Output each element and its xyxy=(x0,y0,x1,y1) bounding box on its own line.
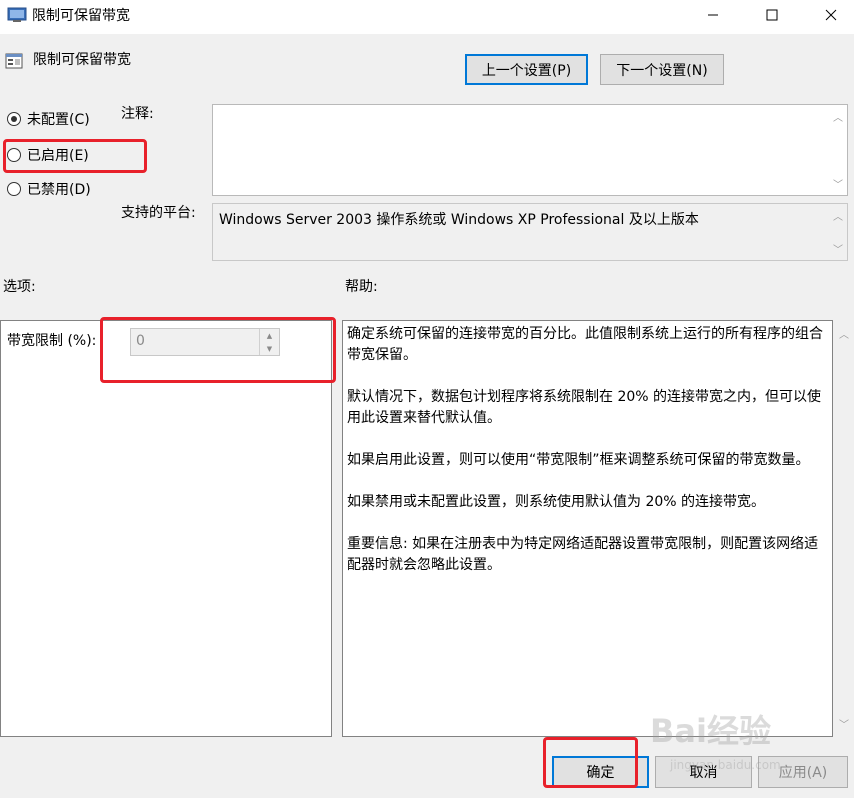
help-text: 确定系统可保留的连接带宽的百分比。此值限制系统上运行的所有程序的组合带宽保留。 … xyxy=(347,324,831,597)
annotation-ok-highlight xyxy=(543,737,638,788)
scroll-up-icon: ︿ xyxy=(833,113,843,124)
platform-scrollbar[interactable]: ︿ ﹀ xyxy=(830,204,847,260)
radio-disabled-label: 已禁用(D) xyxy=(27,182,91,198)
close-button[interactable] xyxy=(808,0,854,34)
scroll-up-icon: ︿ xyxy=(833,212,843,223)
help-paragraph: 重要信息: 如果在注册表中为特定网络适配器设置带宽限制，则配置该网络适配器时就会… xyxy=(347,536,819,573)
maximize-icon xyxy=(766,9,778,25)
radio-disabled[interactable]: 已禁用(D) xyxy=(7,179,91,199)
options-header: 选项: xyxy=(3,279,36,295)
annotation-bandwidth-highlight xyxy=(100,317,336,383)
radio-not-configured-label: 未配置(C) xyxy=(27,112,90,128)
comment-label: 注释: xyxy=(121,106,154,122)
minimize-button[interactable] xyxy=(690,0,736,34)
platform-value: Windows Server 2003 操作系统或 Windows XP Pro… xyxy=(219,212,699,228)
help-paragraph: 如果启用此设置，则可以使用“带宽限制”框来调整系统可保留的带宽数量。 xyxy=(347,452,810,468)
maximize-button[interactable] xyxy=(749,0,795,34)
previous-setting-button[interactable]: 上一个设置(P) xyxy=(465,54,588,85)
bandwidth-limit-label: 带宽限制 (%): xyxy=(7,333,97,349)
apply-button[interactable]: 应用(A) xyxy=(758,756,848,788)
help-header: 帮助: xyxy=(345,279,378,295)
help-paragraph: 如果禁用或未配置此设置，则系统使用默认值为 20% 的连接带宽。 xyxy=(347,494,766,510)
scroll-down-icon: ﹀ xyxy=(833,245,843,256)
radio-not-configured[interactable]: 未配置(C) xyxy=(7,109,90,129)
radio-selected-dot xyxy=(11,116,17,122)
comment-scrollbar[interactable]: ︿ ﹀ xyxy=(830,105,847,195)
help-panel: 确定系统可保留的连接带宽的百分比。此值限制系统上运行的所有程序的组合带宽保留。 … xyxy=(342,320,833,737)
help-paragraph: 确定系统可保留的连接带宽的百分比。此值限制系统上运行的所有程序的组合带宽保留。 xyxy=(347,326,823,363)
platform-label: 支持的平台: xyxy=(121,205,196,221)
close-icon xyxy=(825,9,837,25)
help-paragraph: 默认情况下，数据包计划程序将系统限制在 20% 的连接带宽之内，但可以使用此设置… xyxy=(347,389,822,426)
radio-circle xyxy=(7,182,21,196)
policy-setting-icon xyxy=(5,52,23,70)
annotation-enabled-highlight xyxy=(3,139,147,173)
scroll-down-icon: ﹀ xyxy=(833,180,843,191)
cancel-button[interactable]: 取消 xyxy=(655,756,752,788)
comment-field[interactable]: ︿ ﹀ xyxy=(212,104,848,196)
policy-app-icon xyxy=(7,7,27,23)
radio-circle xyxy=(7,112,21,126)
help-scrollbar[interactable]: ︿ ﹀ xyxy=(836,320,853,737)
next-setting-button[interactable]: 下一个设置(N) xyxy=(600,54,724,85)
platform-field: Windows Server 2003 操作系统或 Windows XP Pro… xyxy=(212,203,848,261)
setting-title: 限制可保留带宽 xyxy=(33,52,131,68)
scroll-down-icon: ﹀ xyxy=(839,720,849,731)
title-bar: 限制可保留带宽 xyxy=(0,0,854,34)
minimize-icon xyxy=(707,9,719,25)
scroll-up-icon: ︿ xyxy=(839,330,849,341)
window-title: 限制可保留带宽 xyxy=(32,8,130,24)
